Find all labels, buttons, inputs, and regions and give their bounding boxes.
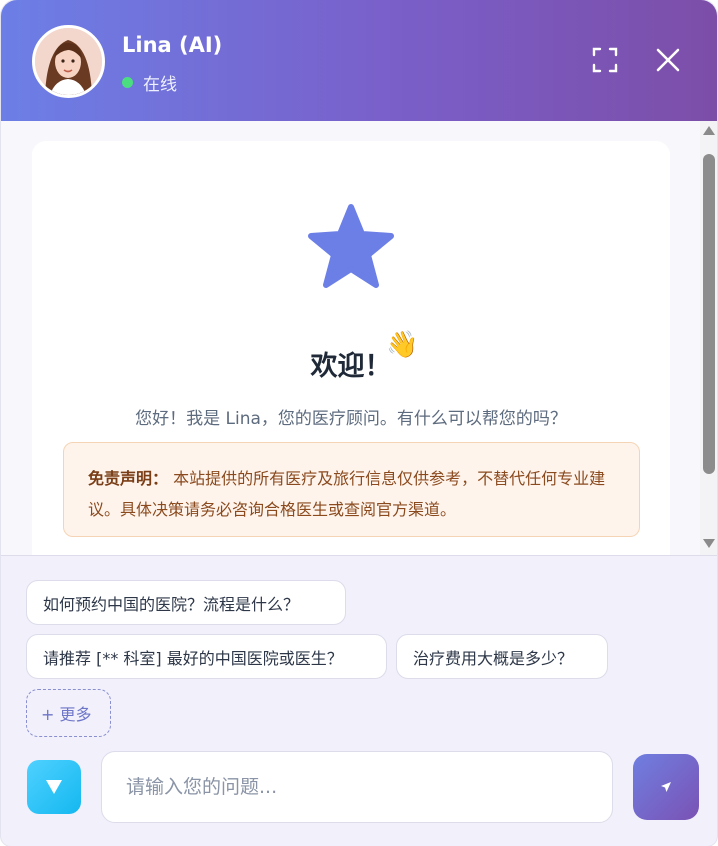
- star-icon: [308, 204, 394, 288]
- status-label: 在线: [143, 75, 177, 95]
- close-button[interactable]: [652, 44, 684, 76]
- suggestion-chip[interactable]: 请推荐 [** 科室] 最好的中国医院或医生？: [26, 634, 387, 679]
- close-icon: [656, 48, 680, 72]
- triangle-down-icon: [46, 780, 62, 794]
- suggestion-chip[interactable]: 治疗费用大概是多少？: [396, 634, 608, 679]
- chat-widget: Lina (AI) 在线 欢迎！ 👋 您好！我是 Lina，您的医疗顾问。有什么…: [1, 0, 717, 846]
- scroll-thumb[interactable]: [703, 154, 715, 474]
- scroll-down-arrow-icon[interactable]: [703, 539, 715, 548]
- agent-name: Lina (AI): [122, 33, 223, 57]
- online-status-dot: [122, 77, 133, 88]
- message-area[interactable]: 欢迎！ 👋 您好！我是 Lina，您的医疗顾问。有什么可以帮您的吗？ 免责声明：…: [1, 121, 717, 555]
- message-scrollbar[interactable]: [700, 121, 717, 555]
- send-icon: [661, 782, 671, 792]
- message-input[interactable]: [101, 751, 613, 823]
- collapse-suggestions-button[interactable]: [27, 760, 81, 814]
- agent-avatar: [32, 25, 105, 98]
- send-button[interactable]: [633, 754, 699, 820]
- agent-status: 在线: [122, 70, 177, 95]
- suggestion-chip[interactable]: 如何预约中国的医院？流程是什么？: [26, 580, 346, 625]
- divider: [1, 555, 717, 556]
- disclaimer-box: 免责声明： 本站提供的所有医疗及旅行信息仅供参考，不替代任何专业建议。具体决策请…: [63, 442, 640, 537]
- disclaimer-label: 免责声明：: [88, 469, 169, 488]
- chat-header: Lina (AI) 在线: [1, 0, 717, 121]
- scroll-up-arrow-icon[interactable]: [703, 126, 715, 135]
- welcome-title: 欢迎！: [310, 351, 392, 382]
- more-suggestions-button[interactable]: + 更多: [26, 689, 111, 737]
- fullscreen-icon: [592, 47, 618, 73]
- welcome-card: 欢迎！ 👋 您好！我是 Lina，您的医疗顾问。有什么可以帮您的吗？ 免责声明：…: [32, 141, 670, 555]
- wave-emoji-icon: 👋: [386, 330, 419, 360]
- welcome-subtitle: 您好！我是 Lina，您的医疗顾问。有什么可以帮您的吗？: [135, 409, 567, 429]
- fullscreen-button[interactable]: [589, 44, 621, 76]
